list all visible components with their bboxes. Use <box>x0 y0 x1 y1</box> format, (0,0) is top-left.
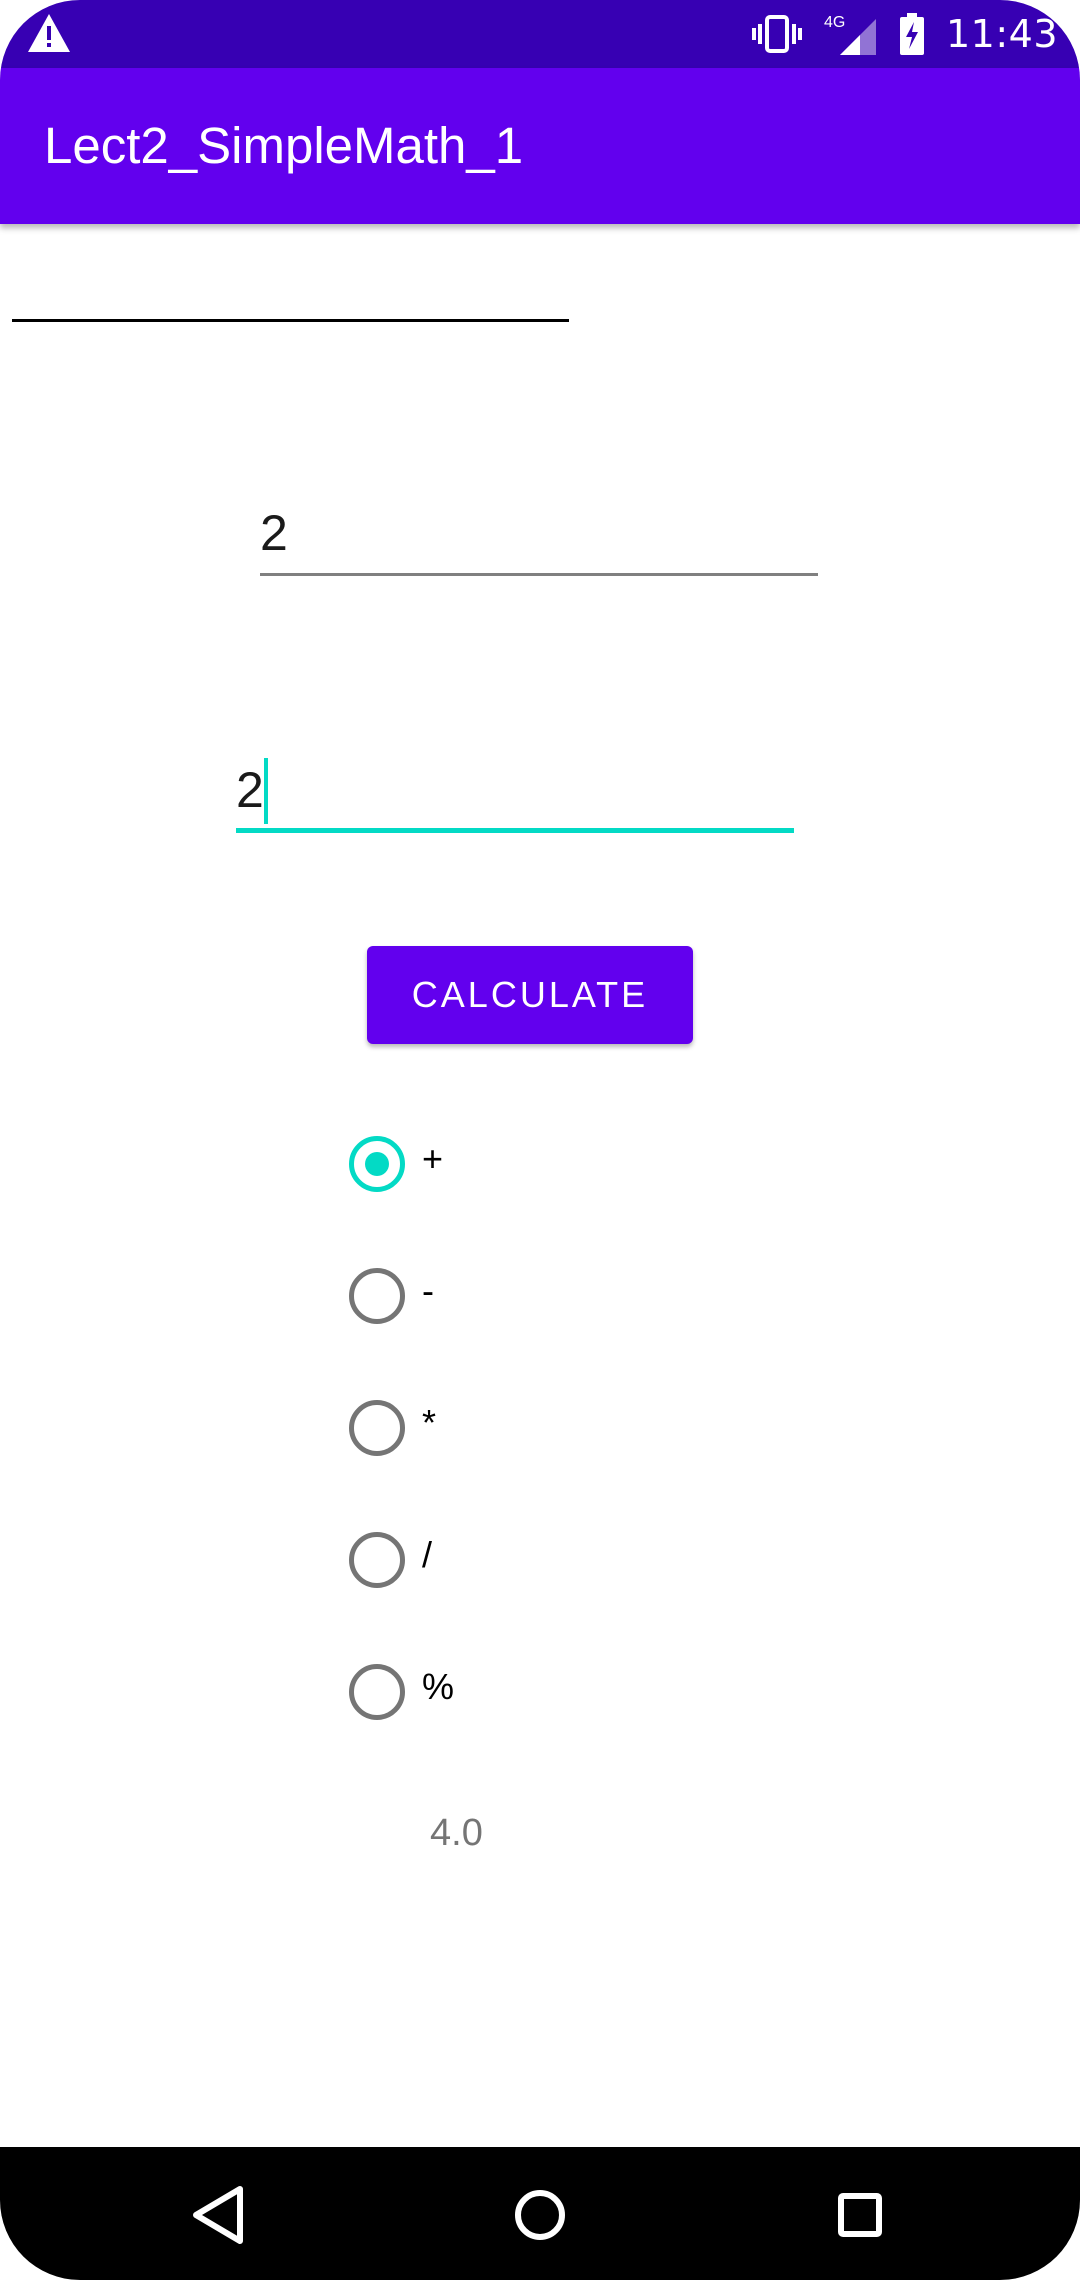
calculate-button[interactable]: CALCULATE <box>367 946 693 1044</box>
recents-icon[interactable] <box>820 2175 900 2255</box>
radio-subtract[interactable]: - <box>349 1268 649 1328</box>
second-number-value: 2 <box>236 762 264 818</box>
radio-label: + <box>422 1138 444 1179</box>
battery-charging-icon <box>899 13 924 55</box>
second-number-underline <box>236 828 794 833</box>
text-cursor <box>264 758 268 824</box>
status-bar: 4G 11:43 <box>0 0 1080 68</box>
radio-button <box>349 1532 405 1588</box>
first-number-input[interactable]: 2 <box>260 500 818 576</box>
vibrate-icon <box>751 15 802 53</box>
navigation-bar <box>0 2147 1080 2280</box>
alert-icon <box>28 14 70 52</box>
radio-label: % <box>422 1666 455 1707</box>
home-icon[interactable] <box>500 2175 580 2255</box>
first-number-value: 2 <box>260 505 288 561</box>
top-divider <box>12 319 569 322</box>
back-icon[interactable] <box>180 2175 260 2255</box>
radio-multiply[interactable]: * <box>349 1400 649 1460</box>
app-title: Lect2_SimpleMath_1 <box>44 117 524 174</box>
radio-modulo[interactable]: % <box>349 1664 649 1724</box>
second-number-input[interactable]: 2 <box>236 755 794 833</box>
radio-divide[interactable]: / <box>349 1532 649 1592</box>
result-text: 4.0 <box>430 1812 483 1854</box>
radio-label: * <box>422 1402 437 1443</box>
radio-button <box>349 1664 405 1720</box>
first-number-underline <box>260 573 818 576</box>
status-icons: 4G 11:43 <box>751 10 1058 58</box>
network-type-label: 4G <box>824 14 845 31</box>
radio-button-checked <box>349 1136 405 1192</box>
radio-label: - <box>422 1270 434 1311</box>
status-time: 11:43 <box>945 12 1058 56</box>
radio-add[interactable]: + <box>349 1136 649 1196</box>
radio-label: / <box>422 1534 433 1575</box>
app-bar: Lect2_SimpleMath_1 <box>0 68 1080 224</box>
radio-dot <box>365 1152 389 1176</box>
radio-button <box>349 1268 405 1324</box>
signal-icon: 4G <box>824 14 876 55</box>
radio-button <box>349 1400 405 1456</box>
phone-screen: 4G 11:43 Lect2_SimpleMath_1 2 2 CALCULAT… <box>0 0 1080 2280</box>
